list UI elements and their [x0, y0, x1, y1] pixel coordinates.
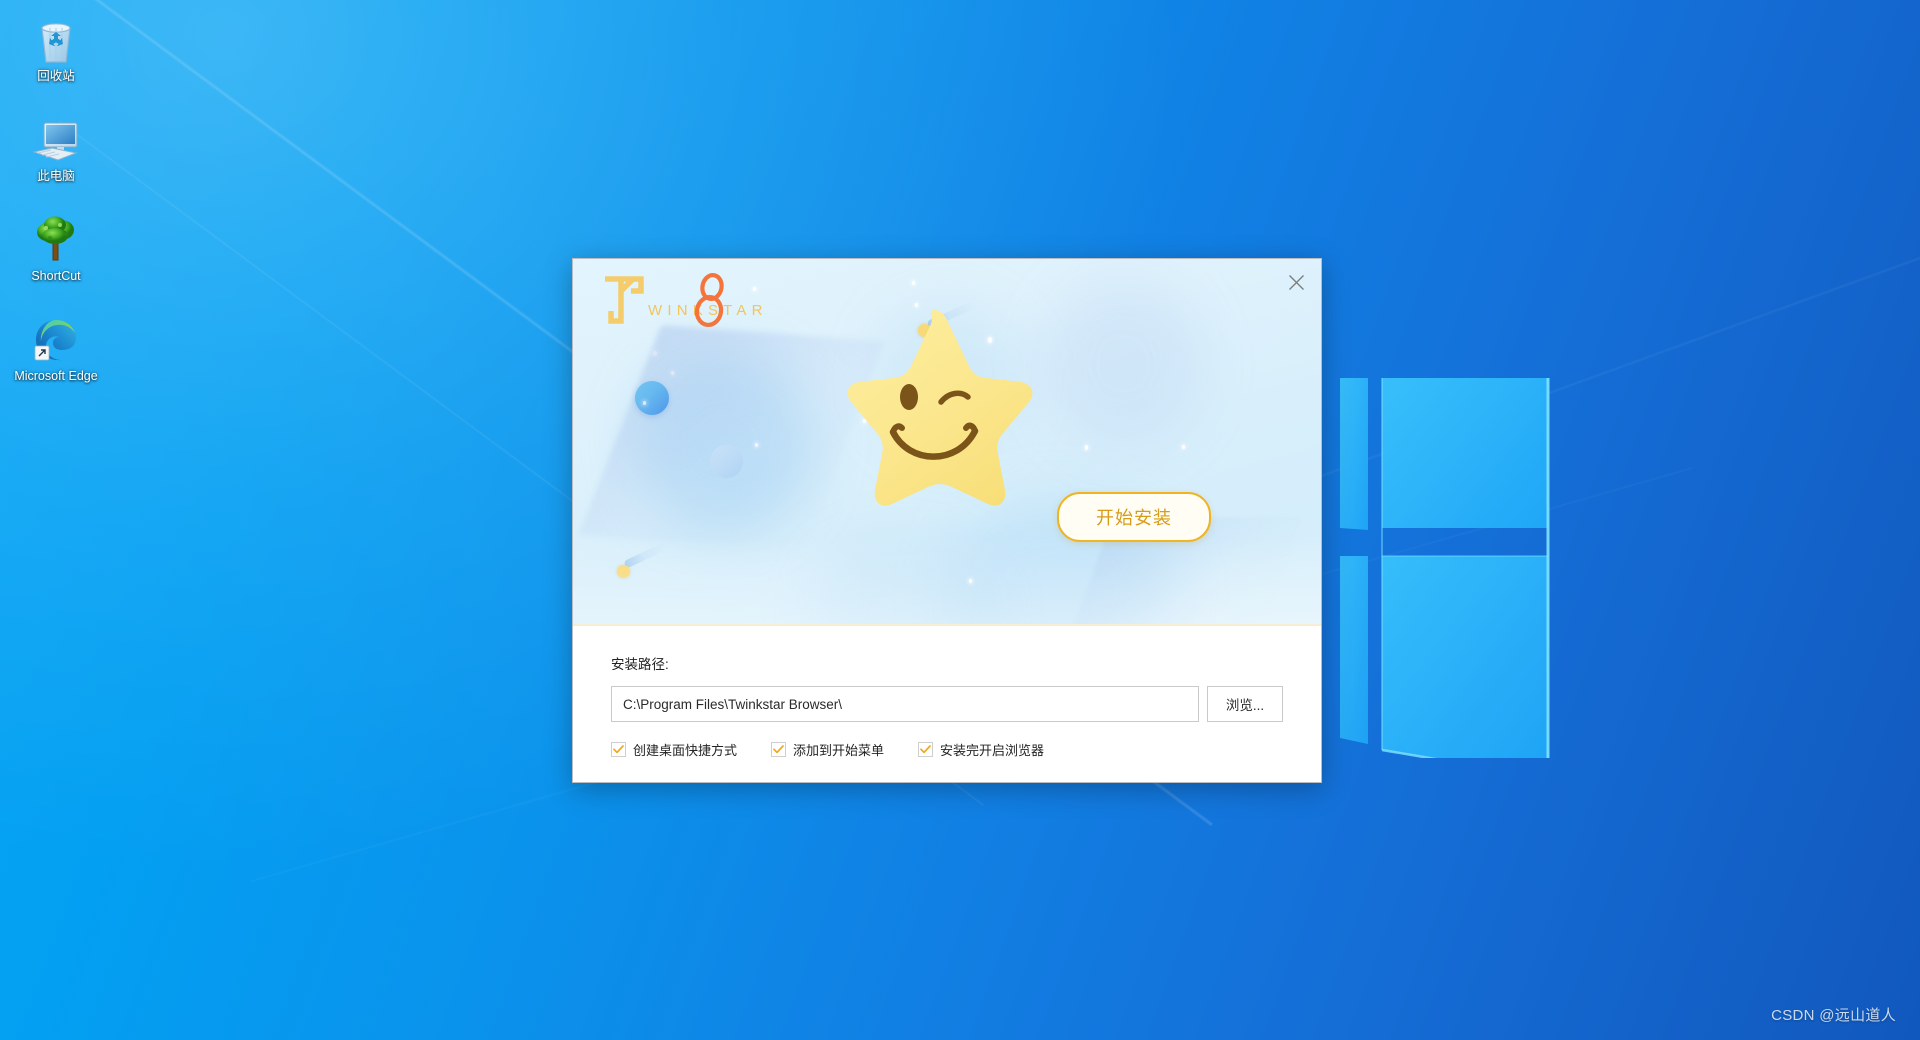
desktop-icon-shortcut[interactable]: ShortCut	[0, 206, 112, 284]
close-button[interactable]	[1279, 265, 1313, 299]
recycle-bin-icon	[0, 6, 112, 64]
installer-dialog: WINKSTAR 开始安装 安装路径: C:\Program Files\Twi…	[572, 258, 1322, 783]
comet-icon	[617, 541, 677, 581]
star-mascot	[829, 304, 1039, 524]
csdn-watermark: CSDN @远山道人	[1771, 1007, 1896, 1024]
desktop-icon-label: 回收站	[37, 69, 75, 83]
option-create-desktop-shortcut[interactable]: 创建桌面快捷方式	[611, 740, 737, 759]
desktop-icon-label: ShortCut	[31, 269, 81, 283]
hero-fade	[573, 536, 1321, 626]
browse-button[interactable]: 浏览...	[1207, 686, 1283, 722]
desktop-icon-column: 回收站 此电脑 ShortCut Microsoft Edge	[0, 6, 112, 406]
sparkle-icon	[969, 579, 972, 583]
checkbox-create-desktop-shortcut[interactable]	[611, 742, 626, 757]
desktop: 回收站 此电脑 ShortCut Microsoft Edge WINKSTAR…	[0, 0, 1920, 1040]
check-icon	[613, 745, 624, 754]
desktop-icon-label: 此电脑	[37, 169, 75, 183]
installer-options: 创建桌面快捷方式 添加到开始菜单 安装完开启浏览器	[611, 740, 1283, 759]
check-icon	[920, 745, 931, 754]
decorative-pale-circle	[710, 445, 743, 478]
desktop-icon-label: Microsoft Edge	[14, 369, 98, 383]
desktop-icon-this-pc[interactable]: 此电脑	[0, 106, 112, 184]
decorative-blue-circle	[635, 381, 669, 415]
this-pc-icon	[0, 106, 112, 164]
sparkle-icon	[1085, 445, 1088, 450]
desktop-icon-recycle-bin[interactable]: 回收站	[0, 6, 112, 84]
checkbox-launch-browser-after-install[interactable]	[918, 742, 934, 757]
installer-hero: WINKSTAR 开始安装	[573, 259, 1321, 626]
tree-shortcut-icon	[0, 206, 112, 264]
microsoft-edge-icon	[0, 306, 112, 364]
sparkle-icon	[912, 281, 915, 285]
sparkle-icon	[653, 351, 657, 356]
decorative-blob	[813, 539, 993, 626]
winkstar-wordmark: WINKSTAR	[648, 302, 768, 319]
start-install-button[interactable]: 开始安装	[1057, 492, 1211, 542]
hero-divider	[573, 624, 1321, 626]
option-launch-browser-after-install[interactable]: 安装完开启浏览器	[918, 740, 1044, 759]
winkstar-logo: WINKSTAR	[605, 272, 768, 328]
sparkle-icon	[643, 401, 646, 405]
option-label: 添加到开始菜单	[793, 743, 885, 758]
windows-logo	[1340, 378, 1550, 758]
decorative-blob	[1043, 279, 1203, 449]
sparkle-icon	[1182, 445, 1185, 449]
install-path-label: 安装路径:	[611, 657, 669, 672]
desktop-icon-microsoft-edge[interactable]: Microsoft Edge	[0, 306, 112, 384]
close-icon	[1288, 274, 1304, 290]
install-path-input[interactable]: C:\Program Files\Twinkstar Browser\	[611, 686, 1199, 722]
sparkle-icon	[671, 371, 674, 375]
option-label: 创建桌面快捷方式	[633, 743, 738, 758]
option-label: 安装完开启浏览器	[940, 743, 1045, 758]
checkbox-add-to-start-menu[interactable]	[771, 742, 787, 757]
option-add-to-start-menu[interactable]: 添加到开始菜单	[771, 740, 884, 759]
decorative-blob	[635, 353, 815, 533]
install-path-row: C:\Program Files\Twinkstar Browser\ 浏览..…	[611, 686, 1283, 722]
sparkle-icon	[755, 443, 758, 447]
check-icon	[773, 745, 784, 754]
installer-form: 安装路径: C:\Program Files\Twinkstar Browser…	[573, 626, 1321, 782]
